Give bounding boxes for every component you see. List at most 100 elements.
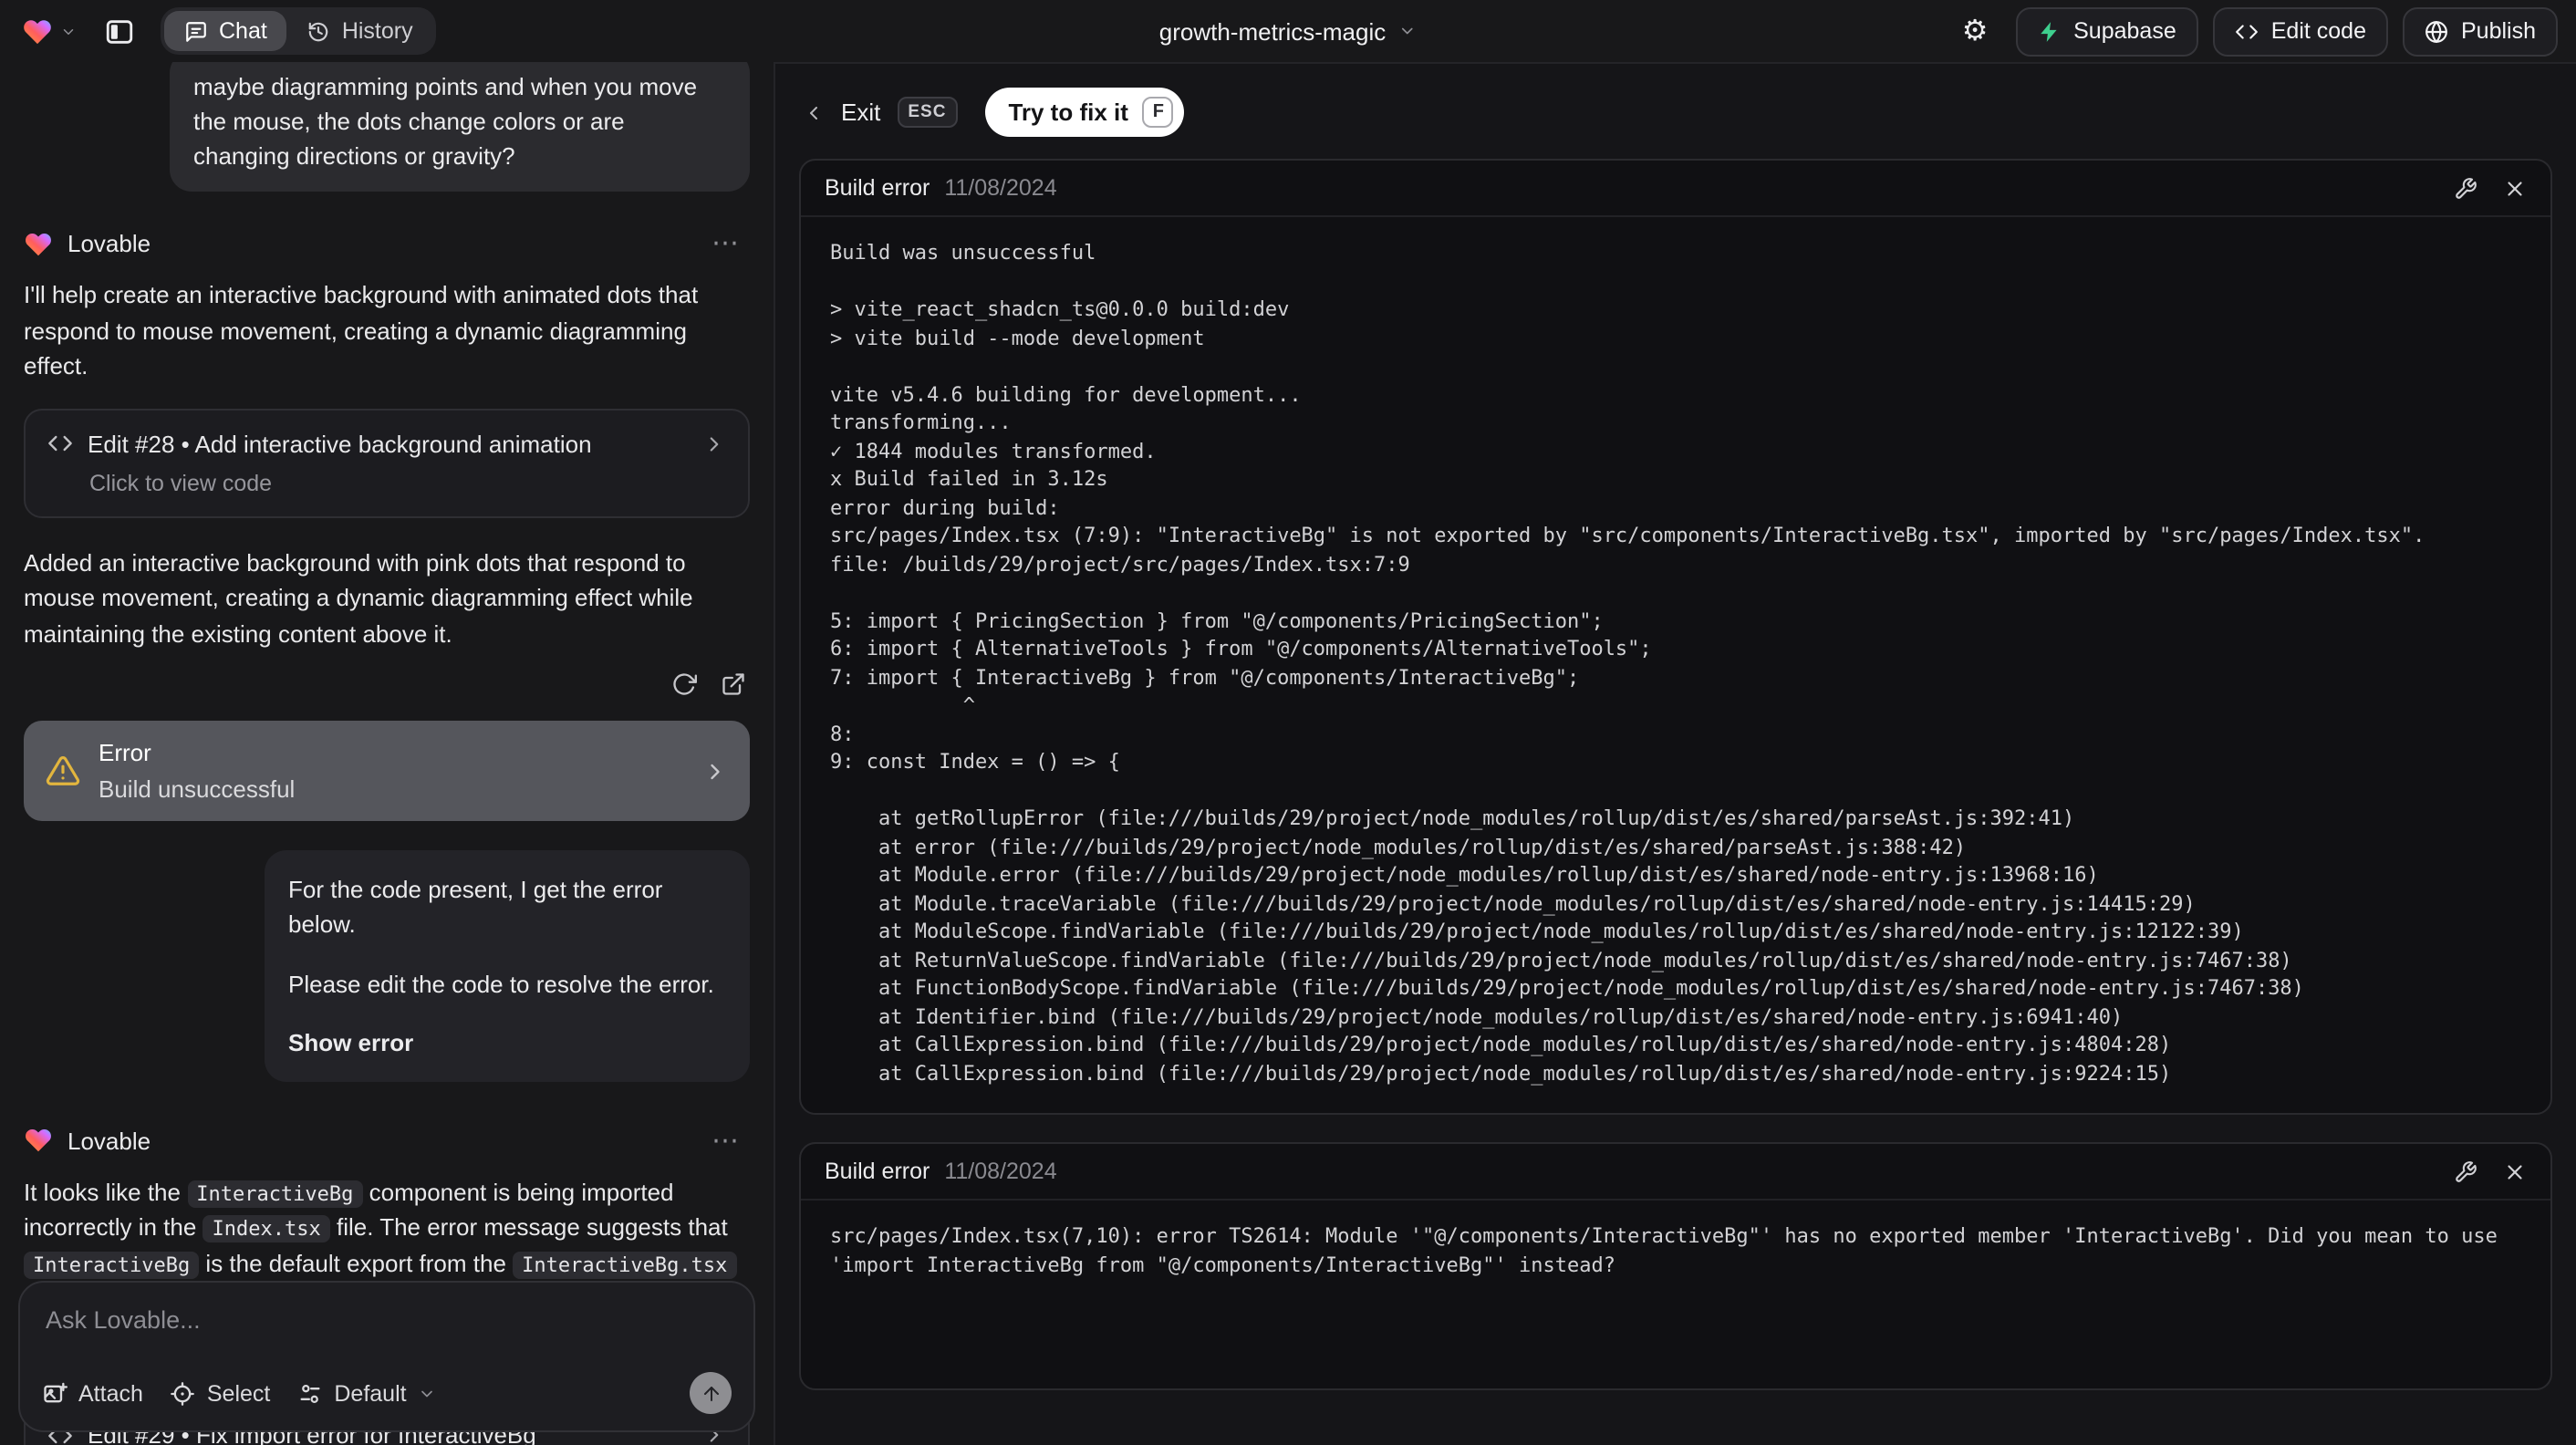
f-key-badge: F <box>1142 97 1174 128</box>
topbar: Chat History growth-metrics-magic ⚙ Supa… <box>0 0 2576 62</box>
attach-label: Attach <box>78 1380 143 1406</box>
tab-chat[interactable]: Chat <box>164 11 287 51</box>
preview-panel: Exit ESC Try to fix it F Build error 11/… <box>774 62 2576 1445</box>
mode-label: Default <box>334 1380 407 1406</box>
tab-history[interactable]: History <box>287 11 433 51</box>
try-to-fix-button[interactable]: Try to fix it F <box>984 88 1185 137</box>
build-error-header: Build error 11/08/2024 <box>801 161 2550 217</box>
select-element-button[interactable]: Select <box>171 1380 271 1406</box>
project-switcher[interactable]: growth-metrics-magic <box>1159 0 1418 62</box>
restore-button[interactable] <box>671 672 697 698</box>
arrow-up-icon <box>700 1382 722 1404</box>
user-message: maybe diagramming points and when you mo… <box>170 62 750 192</box>
edit-card-subtitle: Click to view code <box>89 470 273 496</box>
chevron-down-icon <box>418 1384 436 1402</box>
topbar-right: ⚙ Supabase Edit code Publish <box>1949 5 2558 57</box>
chevron-right-icon <box>702 759 728 785</box>
panel-left-icon <box>103 16 134 47</box>
publish-label: Publish <box>2461 18 2536 44</box>
sliders-icon <box>297 1380 323 1406</box>
error-texts: Error Build unsuccessful <box>99 740 295 804</box>
build-error-card-2: Build error 11/08/2024 src/pages/Index.t… <box>799 1142 2552 1390</box>
tab-history-label: History <box>341 18 413 44</box>
close-error-button[interactable] <box>2503 176 2527 200</box>
message-menu-button[interactable]: ⋯ <box>701 229 750 260</box>
code-brackets-icon <box>47 431 73 457</box>
fix-wrench-button[interactable] <box>2454 176 2477 200</box>
build-error-summary-card[interactable]: Error Build unsuccessful <box>24 721 750 822</box>
lovable-app: Chat History growth-metrics-magic ⚙ Supa… <box>0 0 2576 1445</box>
image-plus-icon <box>42 1380 68 1406</box>
error-subtitle: Build unsuccessful <box>99 775 296 804</box>
mode-selector[interactable]: Default <box>297 1380 435 1406</box>
assistant-header: Lovable ⋯ <box>24 229 750 260</box>
composer-toolbar: Attach Select Default <box>42 1372 732 1414</box>
user-message-line: For the code present, I get the error be… <box>288 876 663 939</box>
fix-label: Try to fix it <box>1008 99 1128 126</box>
settings-button[interactable]: ⚙ <box>1949 5 2000 57</box>
globe-icon <box>2425 19 2448 43</box>
edit-code-button[interactable]: Edit code <box>2212 6 2388 56</box>
attach-button[interactable]: Attach <box>42 1380 143 1406</box>
crosshair-icon <box>171 1380 196 1406</box>
edit-card-28[interactable]: Edit #28 • Add interactive background an… <box>24 408 750 518</box>
chat-input[interactable] <box>42 1303 732 1363</box>
viewport: Chat History growth-metrics-magic ⚙ Supa… <box>0 0 2576 1445</box>
assistant-name: Lovable <box>68 1127 151 1155</box>
build-error-date: 11/08/2024 <box>944 175 1057 201</box>
exit-button[interactable]: Exit ESC <box>803 97 958 128</box>
tab-chat-label: Chat <box>219 18 267 44</box>
close-error-button[interactable] <box>2503 1159 2527 1183</box>
esc-key-badge: ESC <box>897 97 958 128</box>
lovable-logo-menu[interactable] <box>18 16 77 47</box>
assistant-paragraph: I'll help create an interactive backgrou… <box>24 281 699 380</box>
history-clock-icon <box>307 19 331 43</box>
code-brackets-icon <box>2235 19 2259 43</box>
fix-wrench-button[interactable] <box>2454 1159 2477 1183</box>
wrench-icon <box>2454 176 2477 200</box>
assistant-header: Lovable ⋯ <box>24 1126 750 1157</box>
supabase-label: Supabase <box>2073 18 2176 44</box>
rotate-refresh-icon <box>671 672 697 698</box>
send-button[interactable] <box>690 1372 732 1414</box>
lovable-heart-icon <box>22 16 53 47</box>
build-error-title: Build error <box>825 1159 930 1184</box>
user-message-line: Please edit the code to resolve the erro… <box>288 970 714 998</box>
topbar-left: Chat History <box>18 7 437 55</box>
project-name: growth-metrics-magic <box>1158 17 1387 45</box>
chat-bubble-icon <box>184 19 208 43</box>
build-error-log: src/pages/Index.tsx(7,10): error TS2614:… <box>830 1224 2510 1276</box>
gear-icon: ⚙ <box>1961 13 1989 47</box>
main-content: maybe diagramming points and when you mo… <box>0 62 2576 1445</box>
composer: Attach Select <box>18 1281 755 1432</box>
external-link-icon <box>721 672 746 698</box>
chevron-down-icon <box>60 23 77 39</box>
exit-label: Exit <box>841 99 881 126</box>
sidebar-toggle-button[interactable] <box>95 7 142 55</box>
build-error-header: Build error 11/08/2024 <box>801 1144 2550 1201</box>
close-icon <box>2503 176 2527 200</box>
build-error-card-1: Build error 11/08/2024 Build was unsucce… <box>799 159 2552 1115</box>
message-actions <box>27 672 746 698</box>
chat-scroll-area[interactable]: maybe diagramming points and when you mo… <box>0 62 774 1445</box>
build-error-actions <box>2454 1159 2527 1183</box>
build-error-actions <box>2454 176 2527 200</box>
message-menu-button[interactable]: ⋯ <box>701 1126 750 1157</box>
error-title: Error <box>99 739 151 767</box>
show-error-link[interactable]: Show error <box>288 1024 726 1059</box>
chat-panel: maybe diagramming points and when you mo… <box>0 62 774 1445</box>
publish-button[interactable]: Publish <box>2403 6 2558 56</box>
wrench-icon <box>2454 1159 2477 1183</box>
chevron-down-icon <box>1398 22 1417 40</box>
assistant-name: Lovable <box>68 230 151 258</box>
select-label: Select <box>206 1380 271 1406</box>
close-icon <box>2503 1159 2527 1183</box>
assistant-paragraph: Added an interactive background with pin… <box>24 548 693 648</box>
open-preview-button[interactable] <box>721 672 746 698</box>
chevron-right-icon <box>702 432 726 456</box>
warning-triangle-icon <box>46 754 80 789</box>
supabase-button[interactable]: Supabase <box>2015 6 2198 56</box>
edit-card-title: Edit #28 • Add interactive background an… <box>88 430 592 458</box>
chat-history-tab-group: Chat History <box>161 7 437 55</box>
supabase-bolt-icon <box>2037 19 2061 43</box>
